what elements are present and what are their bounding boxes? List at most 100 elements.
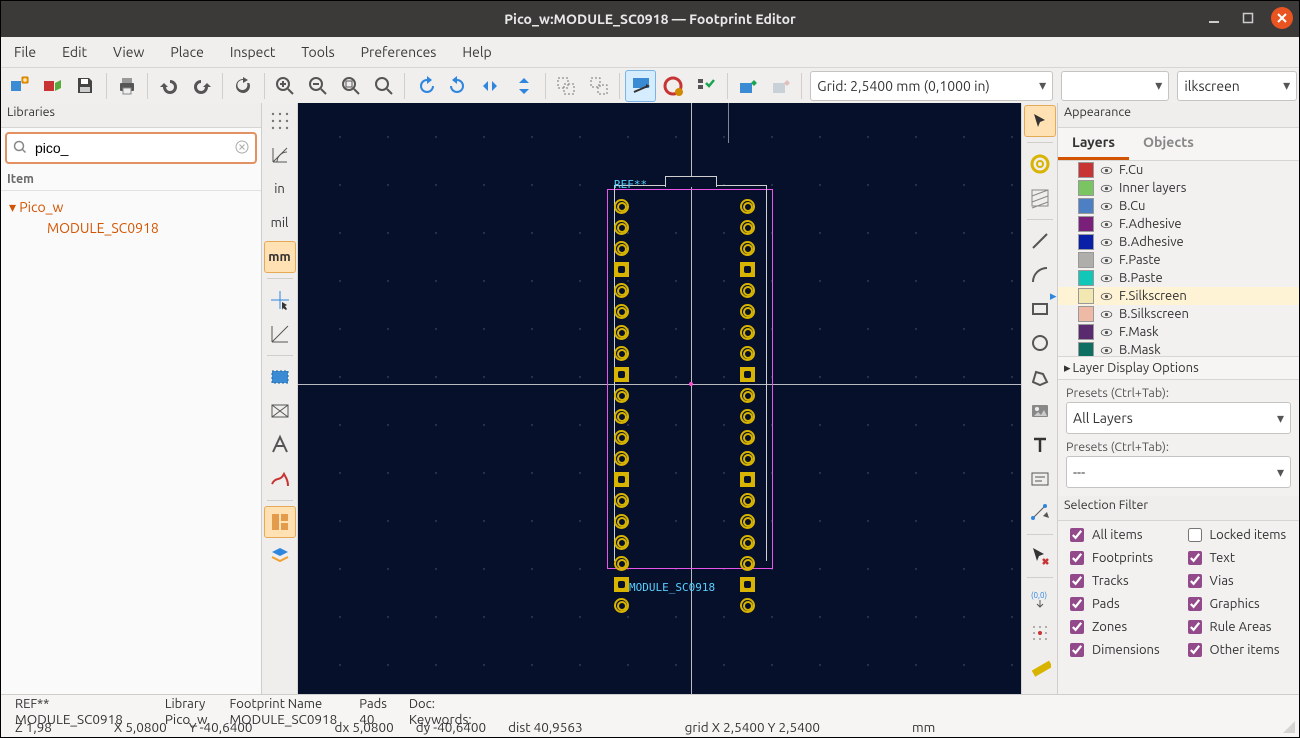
layer-row[interactable]: F.Mask: [1058, 323, 1299, 341]
pad[interactable]: [614, 199, 629, 214]
zoom-out-button[interactable]: [303, 70, 334, 102]
presets-combo-1[interactable]: All Layers▾: [1066, 402, 1291, 434]
add-textbox-tool[interactable]: [1024, 463, 1056, 495]
checklist-button[interactable]: [691, 70, 722, 102]
resize-grip-icon[interactable]: [1279, 717, 1295, 733]
pad[interactable]: [614, 535, 629, 550]
layer-swatch[interactable]: [1078, 288, 1094, 304]
filter-other-items[interactable]: Other items: [1184, 640, 1292, 660]
polar-coord-button[interactable]: [264, 139, 296, 171]
pad[interactable]: [740, 556, 755, 571]
layer-row[interactable]: B.Silkscreen: [1058, 305, 1299, 323]
layer-row[interactable]: F.Cu: [1058, 161, 1299, 179]
editor-canvas[interactable]: REF** MODULE_SC0918: [298, 103, 1021, 695]
zoom-combo[interactable]: ▾: [1061, 71, 1169, 101]
pad[interactable]: [740, 388, 755, 403]
add-dimension-tool[interactable]: [1024, 497, 1056, 529]
insert-to-board-button[interactable]: [765, 70, 796, 102]
add-image-tool[interactable]: [1024, 395, 1056, 427]
pad[interactable]: [614, 283, 629, 298]
window-maximize-button[interactable]: [1237, 7, 1259, 29]
library-search-input[interactable]: [33, 139, 229, 157]
constrain-45-button[interactable]: [264, 318, 296, 350]
layer-swatch[interactable]: [1078, 306, 1094, 322]
filter-footprints[interactable]: Footprints: [1066, 548, 1174, 568]
pad[interactable]: [740, 514, 755, 529]
filter-graphics[interactable]: Graphics: [1184, 594, 1292, 614]
filter-tracks[interactable]: Tracks: [1066, 571, 1174, 591]
layer-display-options[interactable]: ▸ Layer Display Options: [1058, 356, 1299, 380]
layer-row[interactable]: B.Paste: [1058, 269, 1299, 287]
pad-settings-button[interactable]: [625, 70, 656, 102]
pad[interactable]: [614, 430, 629, 445]
add-arc-tool[interactable]: [1024, 259, 1056, 291]
tree-root[interactable]: ▾ Pico_w: [5, 197, 257, 218]
pad[interactable]: [614, 346, 629, 361]
group-button[interactable]: [550, 70, 581, 102]
pad[interactable]: [740, 409, 755, 424]
cursor-shape-button[interactable]: [264, 284, 296, 316]
pad[interactable]: [740, 262, 755, 277]
layers-manager-button[interactable]: [264, 540, 296, 572]
pad[interactable]: [614, 220, 629, 235]
pad[interactable]: [614, 598, 629, 613]
pad[interactable]: [740, 367, 755, 382]
pad[interactable]: [614, 388, 629, 403]
pad[interactable]: [740, 598, 755, 613]
filter-rule-areas[interactable]: Rule Areas: [1184, 617, 1292, 637]
zoom-selection-button[interactable]: [368, 70, 399, 102]
layer-row[interactable]: Inner layers: [1058, 179, 1299, 197]
layer-row[interactable]: F.Silkscreen: [1058, 287, 1299, 305]
tab-objects[interactable]: Objects: [1129, 128, 1208, 160]
layer-row[interactable]: B.Adhesive: [1058, 233, 1299, 251]
layer-swatch[interactable]: [1078, 216, 1094, 232]
pad[interactable]: [740, 535, 755, 550]
add-line-tool[interactable]: [1024, 225, 1056, 257]
layer-row[interactable]: B.Mask: [1058, 341, 1299, 356]
show-grid-button[interactable]: [264, 105, 296, 137]
pad[interactable]: [614, 367, 629, 382]
mirror-h-button[interactable]: [476, 70, 507, 102]
save-button[interactable]: [70, 70, 101, 102]
pad[interactable]: [614, 514, 629, 529]
tab-layers[interactable]: Layers: [1058, 128, 1129, 160]
print-button[interactable]: [112, 70, 143, 102]
pad[interactable]: [614, 262, 629, 277]
menu-preferences[interactable]: Preferences: [348, 37, 450, 67]
filter-zones[interactable]: Zones: [1066, 617, 1174, 637]
menu-inspect[interactable]: Inspect: [217, 37, 289, 67]
pad[interactable]: [614, 451, 629, 466]
add-pad-tool[interactable]: [1024, 148, 1056, 180]
pad-fill-button[interactable]: [264, 395, 296, 427]
presets-combo-2[interactable]: ---▾: [1066, 456, 1291, 488]
menu-file[interactable]: File: [1, 37, 49, 67]
refresh-button[interactable]: [228, 70, 259, 102]
pad[interactable]: [614, 409, 629, 424]
library-search[interactable]: [5, 132, 257, 164]
menu-help[interactable]: Help: [449, 37, 504, 67]
layer-swatch[interactable]: [1078, 180, 1094, 196]
pad[interactable]: [614, 556, 629, 571]
pad[interactable]: [740, 577, 755, 592]
add-poly-tool[interactable]: [1024, 361, 1056, 393]
layer-row[interactable]: F.Paste: [1058, 251, 1299, 269]
pad[interactable]: [740, 199, 755, 214]
pad[interactable]: [740, 325, 755, 340]
pad[interactable]: [740, 430, 755, 445]
layer-row[interactable]: B.Cu: [1058, 197, 1299, 215]
text-outline-button[interactable]: [264, 429, 296, 461]
menu-tools[interactable]: Tools: [288, 37, 347, 67]
pad[interactable]: [740, 241, 755, 256]
layer-swatch[interactable]: [1078, 234, 1094, 250]
filter-locked-items[interactable]: Locked items: [1184, 525, 1292, 545]
filter-dimensions[interactable]: Dimensions: [1066, 640, 1174, 660]
footprint-props-button[interactable]: [658, 70, 689, 102]
layer-row[interactable]: F.Adhesive: [1058, 215, 1299, 233]
add-footprint-button[interactable]: [37, 70, 68, 102]
zoom-in-button[interactable]: [270, 70, 301, 102]
add-circle-tool[interactable]: [1024, 327, 1056, 359]
mirror-v-button[interactable]: [509, 70, 540, 102]
pad[interactable]: [740, 346, 755, 361]
clear-icon[interactable]: [235, 140, 249, 157]
pad[interactable]: [614, 472, 629, 487]
